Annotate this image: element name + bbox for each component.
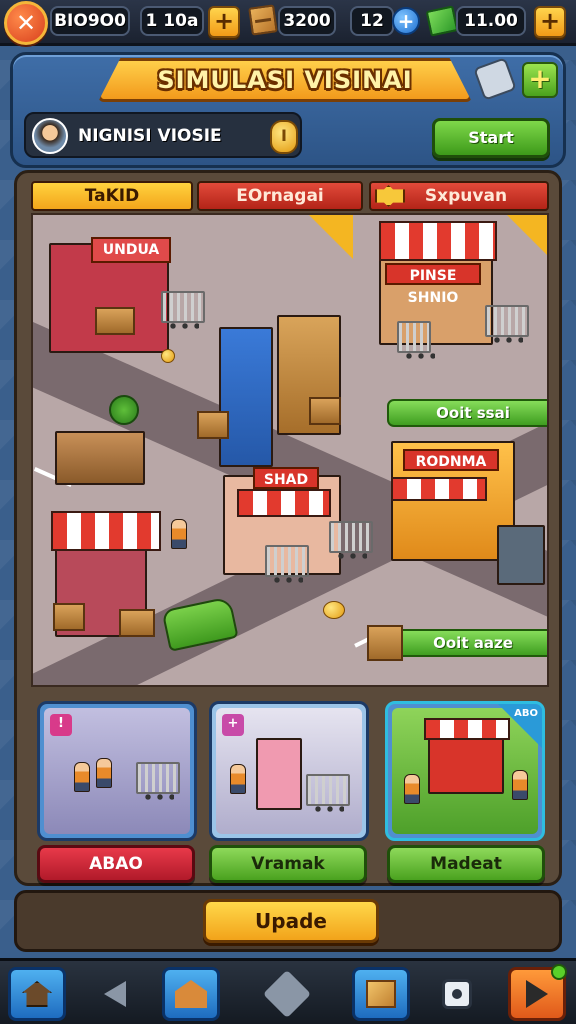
tab-takid[interactable]: TaKID <box>31 181 193 211</box>
coins-counter: BIO9O0 <box>50 6 130 36</box>
start-button[interactable]: Start <box>432 118 550 158</box>
settings-icon <box>442 979 472 1009</box>
shop-card[interactable]: ABO <box>385 701 545 841</box>
coin <box>161 349 175 363</box>
shop-card[interactable]: + <box>209 701 369 841</box>
crates-value: 3200 <box>283 11 331 31</box>
energy-value: 12 <box>360 11 384 31</box>
market-stall[interactable] <box>55 431 145 485</box>
shop-awning <box>237 489 331 517</box>
fridge-unit <box>256 738 302 810</box>
notification-dot <box>551 964 567 980</box>
shopping-cart <box>161 291 205 329</box>
tab-label: TaKID <box>84 186 140 206</box>
crate-icon <box>248 4 278 36</box>
main-panel: TaKID EOrnagai Sxpuvan UNDUA PINSE SHNIO <box>14 170 562 886</box>
vending-machine[interactable] <box>219 327 273 467</box>
tab-label: Sxpuvan <box>424 186 508 206</box>
tab-eornagai[interactable]: EOrnagai <box>197 181 363 211</box>
bottom-nav <box>0 958 576 1024</box>
plus-badge: + <box>222 714 244 736</box>
shop-awning <box>379 221 497 261</box>
gems-counter: 1 10a <box>140 6 204 36</box>
shop-sign: PINSE SHNIO <box>385 263 481 306</box>
shopping-cart <box>265 545 309 583</box>
shop-sign: UNDUA <box>91 237 171 263</box>
nav-play[interactable] <box>508 964 567 1021</box>
corner-flag <box>309 215 353 259</box>
goods-crate <box>367 625 403 661</box>
coins-value: BIO9O0 <box>54 11 126 31</box>
goods-crate <box>309 397 341 425</box>
shopping-cart <box>136 762 180 800</box>
goods-crate <box>119 609 155 637</box>
card-button-3[interactable]: Madeat <box>387 845 545 883</box>
add-cash-button[interactable]: + <box>534 6 566 38</box>
shopper <box>171 519 187 549</box>
title-banner: SIMULASI VISINAI <box>98 58 472 102</box>
tab-sxpuvan[interactable]: Sxpuvan <box>369 181 549 211</box>
nav-crate[interactable] <box>352 967 410 1021</box>
nav-diamond[interactable] <box>258 967 316 1021</box>
shop-sign: SHAD <box>253 467 319 489</box>
coin <box>323 601 345 619</box>
nav-shop[interactable] <box>162 967 220 1021</box>
play-icon <box>526 980 548 1008</box>
shopper <box>512 770 528 800</box>
profile-name: NIGNISI VIOSIE <box>78 126 222 146</box>
shop-card[interactable]: ! <box>37 701 197 841</box>
back-icon <box>104 981 126 1007</box>
shopper <box>404 774 420 804</box>
resource-bar: ✕ BIO9O0 1 10a + 3200 12 + 11.00 + <box>0 0 576 46</box>
fridge-unit <box>497 525 545 585</box>
goods-crate <box>197 411 229 439</box>
cash-icon <box>425 5 459 37</box>
shop-label-button[interactable]: Ooit ssai <box>387 399 547 427</box>
shopping-cart <box>485 305 529 343</box>
alert-badge: ! <box>50 714 72 736</box>
shop-sign: RODNMA <box>403 449 499 471</box>
shopper <box>230 764 246 794</box>
cancel-icon[interactable]: ✕ <box>4 1 48 45</box>
shopper <box>96 758 112 788</box>
profile-row[interactable]: NIGNISI VIOSIE I <box>24 112 302 158</box>
cash-counter: 11.00 <box>456 6 526 36</box>
goods-crate <box>53 603 85 631</box>
cash-value: 11.00 <box>464 11 518 31</box>
shop-label-button[interactable]: Ooit aaze <box>387 629 547 657</box>
add-button[interactable]: + <box>522 62 558 98</box>
add-energy-button[interactable]: + <box>392 7 420 35</box>
card-button-1[interactable]: ABAO <box>37 845 195 883</box>
cross-icon <box>375 185 405 207</box>
crates-counter: 3200 <box>278 6 336 36</box>
page-title: SIMULASI VISINAI <box>157 66 413 94</box>
nav-back[interactable] <box>86 967 144 1021</box>
shop-icon <box>175 980 207 1008</box>
energy-counter: 12 <box>350 6 394 36</box>
shopper <box>74 762 90 792</box>
nav-settings[interactable] <box>428 967 486 1021</box>
add-gems-button[interactable]: + <box>208 6 240 38</box>
shop-awning <box>51 511 161 551</box>
gems-value: 1 10a <box>145 11 199 31</box>
coin-badge: I <box>270 120 298 154</box>
corner-flag <box>507 215 547 259</box>
shopping-cart <box>397 321 435 359</box>
avatar <box>32 118 68 154</box>
card-button-2[interactable]: Vramak <box>209 845 367 883</box>
upgrade-button[interactable]: Upade <box>203 899 379 943</box>
shop-awning <box>391 477 487 501</box>
nav-home[interactable] <box>8 967 66 1021</box>
shop-awning <box>424 718 510 740</box>
goods-crate <box>95 307 135 335</box>
shopping-cart <box>306 774 350 812</box>
upgrade-panel: Upade <box>14 890 562 952</box>
home-icon <box>22 981 52 1007</box>
shopping-cart <box>329 521 373 559</box>
tab-label: EOrnagai <box>236 186 324 206</box>
diamond-icon <box>262 969 312 1019</box>
plant-pot <box>109 395 139 425</box>
crate-icon <box>366 980 396 1008</box>
game-map[interactable]: UNDUA PINSE SHNIO Ooit ssai SHAD RODNMA … <box>31 213 549 687</box>
